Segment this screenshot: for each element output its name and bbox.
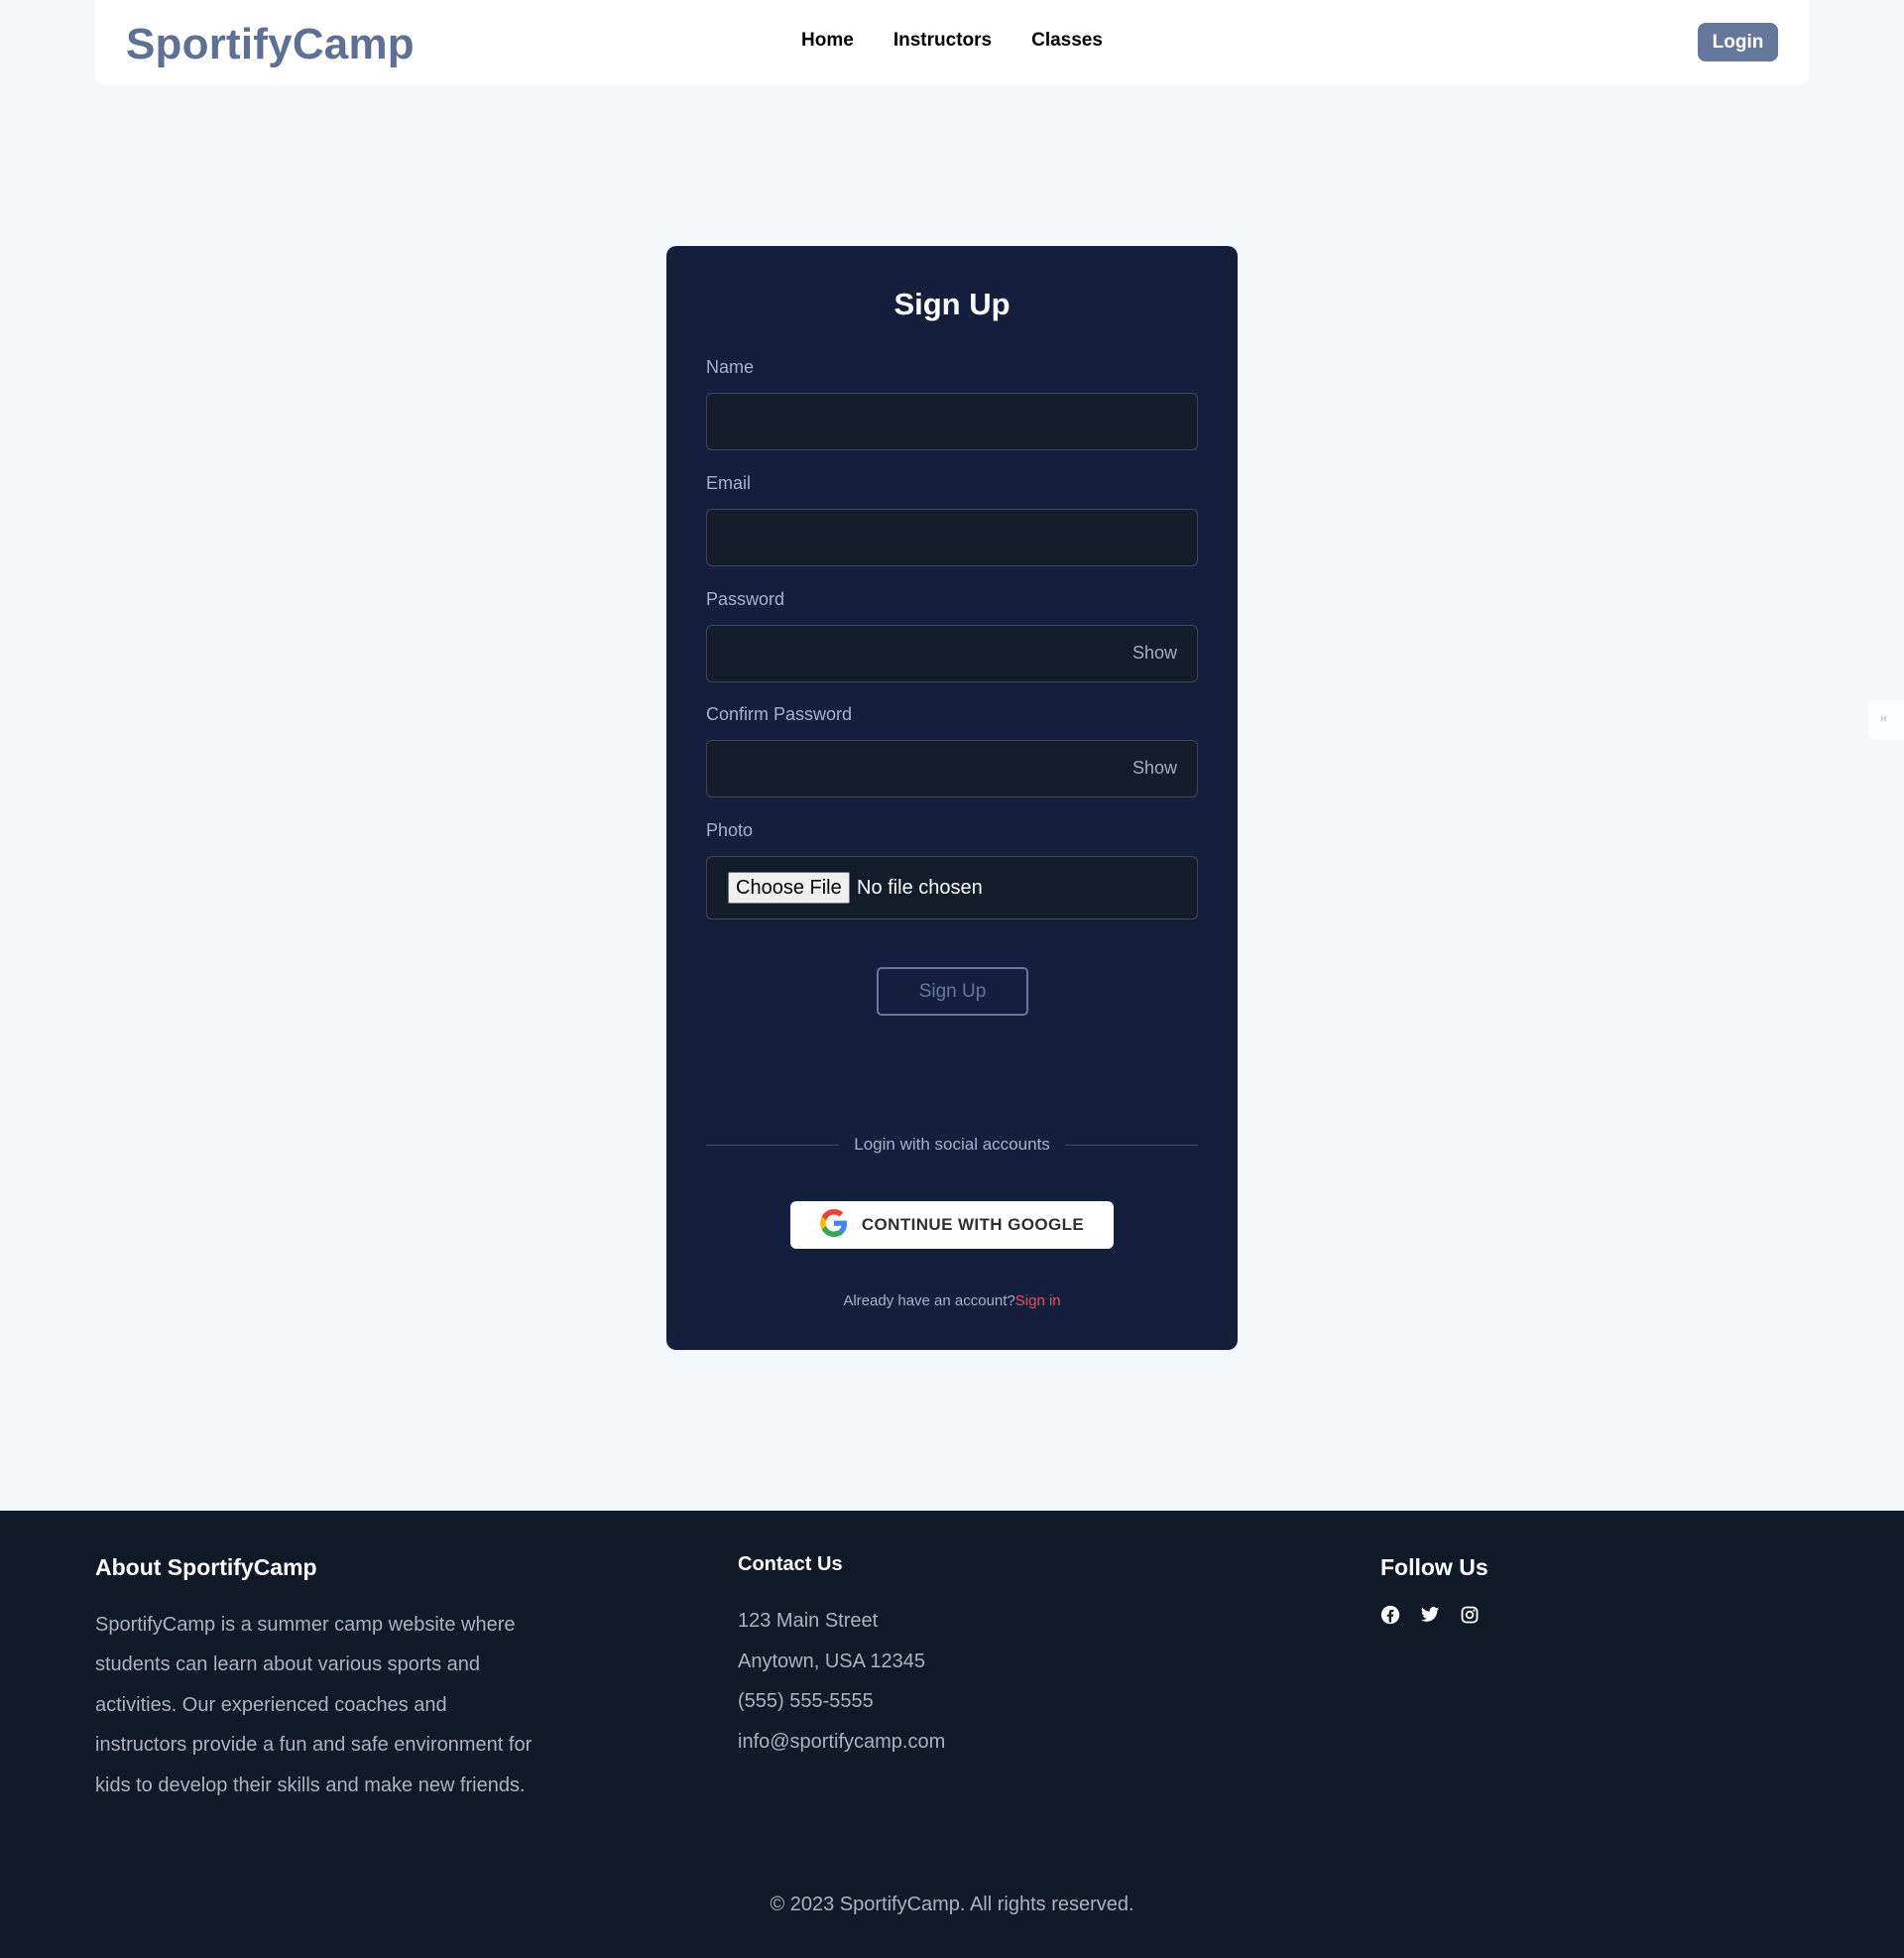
google-button-label: CONTINUE WITH GOOGLE — [861, 1215, 1085, 1234]
signin-link[interactable]: Sign in — [1015, 1292, 1061, 1309]
social-divider: Login with social accounts — [706, 1135, 1199, 1155]
footer-about: About SportifyCamp SportifyCamp is a sum… — [95, 1554, 541, 1805]
password-label: Password — [706, 589, 785, 609]
footer-copyright: © 2023 SportifyCamp. All rights reserved… — [770, 1894, 1134, 1915]
login-button[interactable]: Login — [1698, 23, 1778, 61]
footer-follow-title: Follow Us — [1380, 1554, 1488, 1580]
confirm-password-show-toggle[interactable]: Show — [1132, 758, 1177, 779]
expand-icon: ›‹ — [1880, 713, 1887, 724]
signup-title: Sign Up — [893, 287, 1011, 321]
email-field[interactable] — [706, 509, 1198, 566]
nav-link-instructors[interactable]: Instructors — [893, 30, 992, 52]
social-divider-text: Login with social accounts — [854, 1135, 1050, 1154]
contact-list: 123 Main Street Anytown, USA 12345 (555)… — [738, 1601, 945, 1762]
contact-phone: (555) 555-5555 — [738, 1690, 874, 1712]
confirm-password-field[interactable]: Show — [706, 740, 1198, 797]
photo-label: Photo — [706, 820, 754, 840]
instagram-icon[interactable] — [1460, 1605, 1480, 1625]
contact-email: info@sportifycamp.com — [738, 1730, 946, 1753]
divider-line-left — [706, 1144, 840, 1146]
google-icon — [819, 1208, 848, 1242]
floating-side-tab[interactable]: ›‹ — [1868, 700, 1904, 740]
already-account-text: Already have an account? — [843, 1292, 1015, 1309]
signup-submit-button[interactable]: Sign Up — [877, 967, 1028, 1016]
footer-about-text: SportifyCamp is a summer camp website wh… — [95, 1614, 533, 1796]
password-field[interactable]: Show — [706, 625, 1198, 682]
footer: About SportifyCamp SportifyCamp is a sum… — [0, 1511, 1904, 1958]
footer-contact-title: Contact Us — [738, 1553, 843, 1575]
name-field[interactable] — [706, 393, 1198, 450]
name-label: Name — [706, 357, 755, 377]
signin-prompt: Already have an account?Sign in — [666, 1292, 1238, 1309]
contact-city: Anytown, USA 12345 — [738, 1650, 926, 1672]
email-label: Email — [706, 473, 752, 493]
file-status-text: No file chosen — [857, 877, 983, 899]
password-show-toggle[interactable]: Show — [1132, 643, 1177, 664]
footer-contact: Contact Us 123 Main Street Anytown, USA … — [738, 1553, 945, 1762]
main-nav: Home Instructors Classes — [95, 30, 1809, 52]
social-links — [1380, 1605, 1488, 1625]
footer-about-title: About SportifyCamp — [95, 1554, 317, 1580]
facebook-icon[interactable] — [1380, 1605, 1400, 1625]
navbar: SportifyCamp Home Instructors Classes Lo… — [95, 0, 1809, 85]
nav-link-classes[interactable]: Classes — [1031, 30, 1103, 52]
choose-file-button[interactable]: Choose File — [728, 872, 850, 904]
footer-follow: Follow Us — [1380, 1554, 1488, 1625]
google-login-button[interactable]: CONTINUE WITH GOOGLE — [790, 1201, 1114, 1249]
twitter-icon[interactable] — [1420, 1605, 1440, 1625]
divider-line-right — [1064, 1144, 1199, 1146]
contact-street: 123 Main Street — [738, 1610, 879, 1632]
photo-file-input[interactable]: Choose File No file chosen — [706, 856, 1198, 919]
signup-card: Sign Up Name Email Password Show Confirm… — [666, 246, 1238, 1350]
nav-link-home[interactable]: Home — [801, 30, 854, 52]
confirm-password-label: Confirm Password — [706, 704, 853, 724]
